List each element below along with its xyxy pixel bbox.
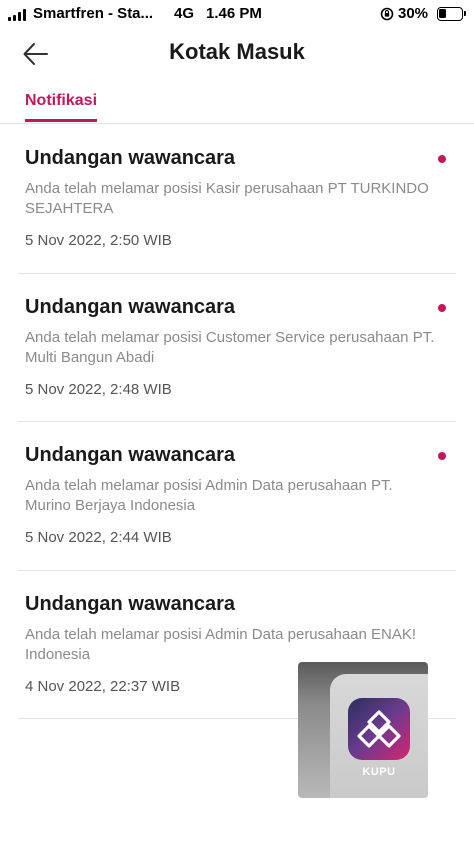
tab-bar: Notifikasi	[0, 82, 474, 124]
notification-title: Undangan wawancara	[25, 147, 236, 169]
unread-dot	[438, 303, 446, 312]
notification-body: Anda telah melamar posisi Admin Data per…	[25, 625, 417, 663]
notification-body: Anda telah melamar posisi Admin Data per…	[25, 477, 393, 514]
notification-time: 5 Nov 2022, 2:50 WIB	[25, 232, 172, 249]
app-preview-overlay[interactable]: KUPU	[298, 662, 428, 798]
butterfly-logo-icon	[357, 710, 401, 748]
rotation-lock-icon	[380, 7, 394, 21]
app-label: KUPU	[362, 766, 396, 778]
notification-time: 5 Nov 2022, 2:48 WIB	[25, 380, 172, 398]
tab-notifikasi[interactable]: Notifikasi	[25, 92, 98, 122]
notification-item[interactable]: Undangan wawancara Anda telah melamar po…	[18, 422, 456, 571]
kupu-app-icon[interactable]	[348, 698, 410, 760]
notification-body: Anda telah melamar posisi Kasir perusaha…	[25, 180, 429, 217]
notification-title: Undangan wawancara	[25, 444, 236, 466]
notification-list: Undangan wawancara Anda telah melamar po…	[0, 125, 474, 719]
notification-title: Undangan wawancara	[25, 295, 236, 318]
battery-percent: 30%	[398, 5, 429, 22]
status-bar: Smartfren - Sta... 4G 1.46 PM 30%	[0, 0, 474, 28]
status-time: 1.46 PM	[206, 5, 262, 22]
notification-item[interactable]: Undangan wawancara Anda telah melamar po…	[18, 125, 456, 274]
carrier-name: Smartfren - Sta...	[33, 5, 154, 22]
page-title: Kotak Masuk	[169, 39, 305, 64]
unread-dot	[438, 452, 446, 460]
notification-time: 5 Nov 2022, 2:44 WIB	[25, 529, 172, 546]
unread-dot	[438, 155, 446, 163]
notification-title: Undangan wawancara	[25, 592, 236, 615]
notification-body: Anda telah melamar posisi Customer Servi…	[25, 328, 435, 366]
battery-charging-icon	[437, 7, 466, 21]
header: Kotak Masuk	[0, 28, 474, 80]
network-type: 4G	[174, 5, 195, 22]
notification-time: 4 Nov 2022, 22:37 WIB	[25, 677, 181, 695]
notification-item[interactable]: Undangan wawancara Anda telah melamar po…	[18, 274, 456, 422]
signal-strength-icon	[8, 9, 26, 21]
